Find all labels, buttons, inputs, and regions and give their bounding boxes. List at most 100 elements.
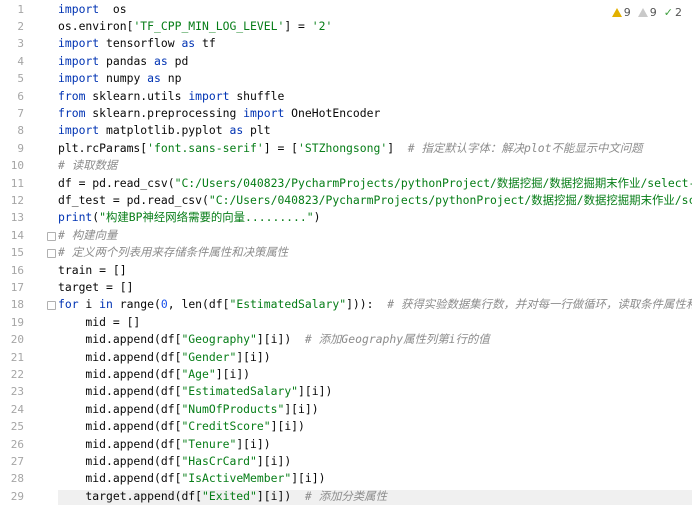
code-line[interactable]: 26 mid.append(df["Tenure"][i]) xyxy=(0,436,692,453)
code-line[interactable]: 16 train = [] xyxy=(0,262,692,279)
code-token: tf xyxy=(195,36,216,51)
code-token: ][i]) xyxy=(256,488,305,503)
code-line[interactable]: 28 mid.append(df["IsActiveMember"][i]) xyxy=(0,470,692,487)
code-line[interactable]: 25 mid.append(df["CreditScore"][i]) xyxy=(0,418,692,435)
code-token: sklearn.preprocessing xyxy=(85,105,244,120)
fold-toggle-icon[interactable] xyxy=(47,301,56,311)
code-token: ) xyxy=(313,210,321,225)
line-number: 1 xyxy=(17,2,24,16)
code-token: mid.append(df[ xyxy=(58,332,182,347)
code-text: mid.append(df["NumOfProducts"][i]) xyxy=(58,401,319,418)
code-line[interactable]: 8 import matplotlib.pyplot as plt xyxy=(0,122,692,139)
string-token: 'STZhongsong' xyxy=(298,140,388,155)
warnings-indicator[interactable]: 9 xyxy=(611,4,631,20)
code-token: OneHotEncoder xyxy=(284,105,381,120)
code-text: from sklearn.utils import shuffle xyxy=(58,88,284,105)
code-line[interactable]: 13 print("构建BP神经网络需要的向量.........") xyxy=(0,209,692,226)
typos-indicator[interactable]: ✓ 2 xyxy=(664,4,682,20)
code-line[interactable]: 19 mid = [] xyxy=(0,314,692,331)
code-text: # 读取数据 xyxy=(58,157,117,174)
code-line[interactable]: 6 from sklearn.utils import shuffle xyxy=(0,88,692,105)
code-token: ][i]) xyxy=(256,332,305,347)
string-token: "Geography" xyxy=(181,332,257,347)
code-line[interactable]: 14 # 构建向量 xyxy=(0,227,692,244)
keyword-token: import xyxy=(58,53,100,68)
string-token: 'TF_CPP_MIN_LOG_LEVEL' xyxy=(133,18,285,33)
code-line[interactable]: 17 target = [] xyxy=(0,279,692,296)
line-number: 16 xyxy=(10,263,24,277)
keyword-token: as xyxy=(147,71,161,86)
string-token: "NumOfProducts" xyxy=(181,401,285,416)
code-line[interactable]: 4 import pandas as pd xyxy=(0,53,692,70)
string-token: "HasCrCard" xyxy=(181,453,257,468)
code-token: ])): xyxy=(346,297,388,312)
code-token: numpy xyxy=(99,71,148,86)
code-token: ] = [ xyxy=(263,140,299,155)
code-token: mid.append(df[ xyxy=(58,366,182,381)
code-text: for i in range(0, len(df["EstimatedSalar… xyxy=(58,296,692,313)
code-line[interactable]: 1 import os xyxy=(0,1,692,18)
code-token: ][i]) xyxy=(298,384,333,399)
string-token: "EstimatedSalary" xyxy=(229,297,347,312)
code-line[interactable]: 7 from sklearn.preprocessing import OneHo… xyxy=(0,105,692,122)
code-token: ][i]) xyxy=(284,401,319,416)
weak-warning-icon xyxy=(637,7,648,17)
code-line[interactable]: 18 for i in range(0, len(df["EstimatedSal… xyxy=(0,296,692,313)
code-token: df_test = pd.read_csv( xyxy=(58,192,209,207)
code-token: , len(df[ xyxy=(167,297,230,312)
code-text: import numpy as np xyxy=(58,70,181,87)
code-line[interactable]: 11 df = pd.read_csv("C:/Users/040823/Pych… xyxy=(0,175,692,192)
code-text: # 构建向量 xyxy=(58,227,117,244)
code-token: ] xyxy=(387,140,408,155)
comment-token: # 读取数据 xyxy=(58,158,118,173)
code-line[interactable]: 29 target.append(df["Exited"][i]) # 添加分类… xyxy=(0,488,692,505)
code-line[interactable]: 2 os.environ['TF_CPP_MIN_LOG_LEVEL'] = '2… xyxy=(0,18,692,35)
keyword-token: import xyxy=(58,123,100,138)
comment-token: # 指定默认字体：解决plot不能显示中文问题 xyxy=(407,140,643,155)
comment-token: # 构建向量 xyxy=(58,227,118,242)
code-line[interactable]: 12 df_test = pd.read_csv("C:/Users/040823… xyxy=(0,192,692,209)
fold-toggle-icon[interactable] xyxy=(47,249,56,259)
inspection-widget[interactable]: 9 9 ✓ 2 xyxy=(609,4,684,20)
code-line[interactable]: 21 mid.append(df["Gender"][i]) xyxy=(0,349,692,366)
weak-warnings-indicator[interactable]: 9 xyxy=(637,4,657,20)
code-line[interactable]: 9 plt.rcParams['font.sans-serif'] = ['STZ… xyxy=(0,140,692,157)
code-line[interactable]: 10 # 读取数据 xyxy=(0,157,692,174)
string-token: "CreditScore" xyxy=(181,419,271,434)
line-number: 14 xyxy=(10,228,24,242)
string-token: "Gender" xyxy=(181,349,237,364)
line-number: 7 xyxy=(17,106,24,120)
keyword-token: import xyxy=(58,36,100,51)
string-token: 'font.sans-serif' xyxy=(147,140,264,155)
keyword-token: as xyxy=(181,36,196,51)
code-line[interactable]: 22 mid.append(df["Age"][i]) xyxy=(0,366,692,383)
line-number: 21 xyxy=(10,350,24,364)
fold-toggle-icon[interactable] xyxy=(47,231,56,241)
comment-token: # 定义两个列表用来存储条件属性和决策属性 xyxy=(58,245,289,260)
code-text: import os xyxy=(58,1,127,18)
code-line[interactable]: 27 mid.append(df["HasCrCard"][i]) xyxy=(0,453,692,470)
code-token: target.append(df[ xyxy=(58,488,203,503)
code-line[interactable]: 23 mid.append(df["EstimatedSalary"][i]) xyxy=(0,383,692,400)
code-line[interactable]: 15 # 定义两个列表用来存储条件属性和决策属性 xyxy=(0,244,692,261)
code-text: mid.append(df["Geography"][i]) # 添加Geogr… xyxy=(58,331,489,348)
line-number: 19 xyxy=(10,315,24,329)
line-number: 5 xyxy=(17,72,24,86)
code-editor[interactable]: 1 import os 2 os.environ['TF_CPP_MIN_LOG_LE… xyxy=(0,0,692,505)
line-number: 25 xyxy=(10,420,24,434)
code-line[interactable]: 3 import tensorflow as tf xyxy=(0,35,692,52)
line-number: 13 xyxy=(10,211,24,225)
code-token: shuffle xyxy=(229,88,285,103)
string-token: "IsActiveMember" xyxy=(181,471,292,486)
code-line[interactable]: 20 mid.append(df["Geography"][i]) # 添加Ge… xyxy=(0,331,692,348)
code-text: from sklearn.preprocessing import OneHot… xyxy=(58,105,380,122)
line-number: 11 xyxy=(10,176,24,190)
code-token: mid.append(df[ xyxy=(58,471,182,486)
code-line[interactable]: 5 import numpy as np xyxy=(0,70,692,87)
number-token: 0 xyxy=(160,297,168,312)
code-token: train = [] xyxy=(58,262,127,277)
keyword-token: from xyxy=(58,105,86,120)
code-text: mid.append(df["Age"][i]) xyxy=(58,366,250,383)
code-line[interactable]: 24 mid.append(df["NumOfProducts"][i]) xyxy=(0,401,692,418)
line-number: 24 xyxy=(10,402,24,416)
